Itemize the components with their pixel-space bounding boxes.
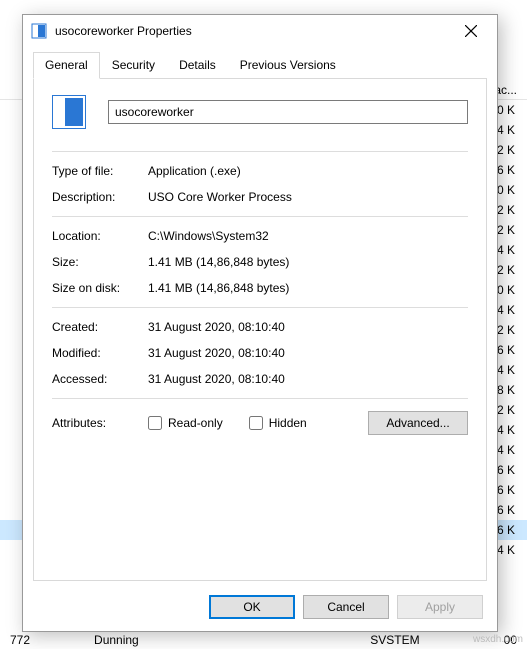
bg-footer-pid: 772	[10, 633, 30, 647]
description-value: USO Core Worker Process	[148, 190, 468, 204]
bg-row-value: 0 K	[497, 103, 515, 117]
apply-button: Apply	[397, 595, 483, 619]
tab-strip: General Security Details Previous Versio…	[23, 47, 497, 78]
description-label: Description:	[52, 190, 148, 204]
size-value: 1.41 MB (14,86,848 bytes)	[148, 255, 468, 269]
bg-footer-user: SVSTEM	[370, 633, 419, 647]
tab-details[interactable]: Details	[167, 52, 228, 79]
bg-row-value: 2 K	[497, 403, 515, 417]
bg-row-value: 2 K	[497, 203, 515, 217]
bg-row-value: 4 K	[497, 543, 515, 557]
titlebar: usocoreworker Properties	[23, 15, 497, 47]
modified-value: 31 August 2020, 08:10:40	[148, 346, 468, 360]
size-label: Size:	[52, 255, 148, 269]
separator	[52, 398, 468, 399]
bg-row-value: 2 K	[497, 263, 515, 277]
location-value: C:\Windows\System32	[148, 229, 468, 243]
bg-row-value: 6 K	[497, 523, 515, 537]
type-of-file-label: Type of file:	[52, 164, 148, 178]
filename-input[interactable]	[108, 100, 468, 124]
size-on-disk-value: 1.41 MB (14,86,848 bytes)	[148, 281, 468, 295]
advanced-button[interactable]: Advanced...	[368, 411, 468, 435]
tab-security[interactable]: Security	[100, 52, 167, 79]
created-value: 31 August 2020, 08:10:40	[148, 320, 468, 334]
separator	[52, 151, 468, 152]
readonly-checkbox-input[interactable]	[148, 416, 162, 430]
file-type-icon	[52, 95, 86, 129]
close-button[interactable]	[451, 17, 491, 45]
dialog-title: usocoreworker Properties	[55, 24, 451, 38]
readonly-checkbox-label: Read-only	[168, 416, 223, 430]
bg-footer-row: 772 Dunning SVSTEM 00	[0, 631, 527, 649]
bg-footer-status: Dunning	[94, 633, 139, 647]
bg-row-value: 6 K	[497, 483, 515, 497]
dialog-buttons: OK Cancel Apply	[23, 587, 497, 631]
accessed-value: 31 August 2020, 08:10:40	[148, 372, 468, 386]
bg-row-value: 2 K	[497, 323, 515, 337]
bg-row-value: 4 K	[497, 423, 515, 437]
tab-general[interactable]: General	[33, 52, 100, 79]
bg-row-value: 4 K	[497, 443, 515, 457]
modified-label: Modified:	[52, 346, 148, 360]
bg-row-value: 8 K	[497, 383, 515, 397]
bg-row-value: 6 K	[497, 463, 515, 477]
close-icon	[465, 25, 477, 37]
size-on-disk-label: Size on disk:	[52, 281, 148, 295]
bg-row-value: 4 K	[497, 243, 515, 257]
created-label: Created:	[52, 320, 148, 334]
type-of-file-value: Application (.exe)	[148, 164, 468, 178]
hidden-checkbox[interactable]: Hidden	[249, 416, 307, 430]
hidden-checkbox-input[interactable]	[249, 416, 263, 430]
bg-row-value: 6 K	[497, 343, 515, 357]
tab-body-general: Type of file: Application (.exe) Descrip…	[33, 78, 487, 581]
accessed-label: Accessed:	[52, 372, 148, 386]
bg-row-value: 0 K	[497, 183, 515, 197]
bg-row-value: 4 K	[497, 303, 515, 317]
properties-dialog: usocoreworker Properties General Securit…	[22, 14, 498, 632]
attributes-label: Attributes:	[52, 416, 148, 430]
separator	[52, 307, 468, 308]
bg-row-value: 2 K	[497, 143, 515, 157]
readonly-checkbox[interactable]: Read-only	[148, 416, 223, 430]
location-label: Location:	[52, 229, 148, 243]
application-icon	[31, 23, 47, 39]
bg-row-value: 6 K	[497, 163, 515, 177]
bg-row-value: 2 K	[497, 223, 515, 237]
bg-row-value: 4 K	[497, 123, 515, 137]
hidden-checkbox-label: Hidden	[269, 416, 307, 430]
tab-previous-versions[interactable]: Previous Versions	[228, 52, 348, 79]
bg-row-value: 4 K	[497, 363, 515, 377]
watermark: wsxdh.com	[473, 634, 523, 645]
cancel-button[interactable]: Cancel	[303, 595, 389, 619]
bg-row-value: 0 K	[497, 283, 515, 297]
bg-row-value: 6 K	[497, 503, 515, 517]
ok-button[interactable]: OK	[209, 595, 295, 619]
separator	[52, 216, 468, 217]
